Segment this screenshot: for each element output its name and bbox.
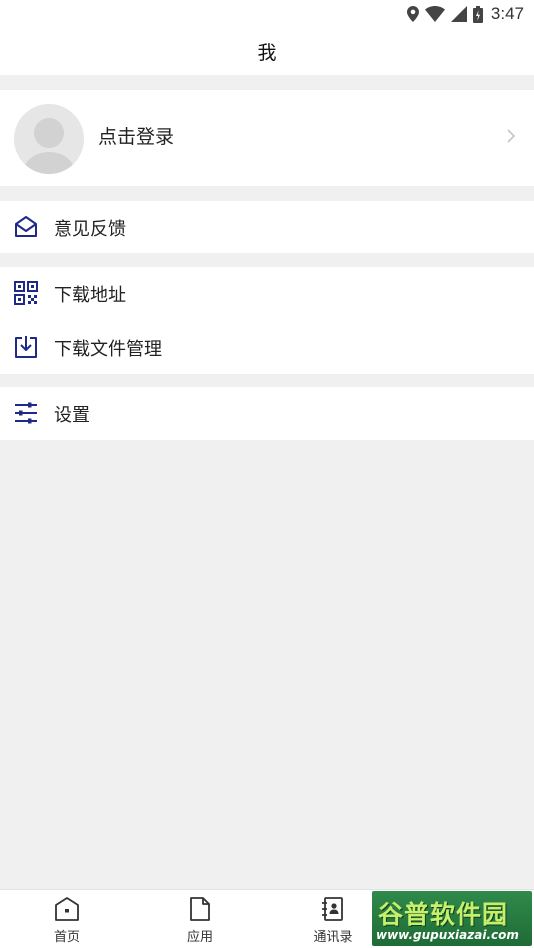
download-icon [15,336,37,358]
login-row[interactable]: 点击登录 [0,90,534,186]
status-time: 3:47 [490,4,524,23]
nav-label-apps: 应用 [186,930,213,945]
sliders-icon [15,402,37,424]
watermark-logo: 谷普软件园 www.gupuxiazai.com [372,891,532,946]
watermark-title: 谷普软件园 [378,900,509,929]
menu-label-feedback: 意见反馈 [54,219,126,240]
nav-item-apps[interactable]: 应用 [160,890,240,948]
menu-item-feedback[interactable]: 意见反馈 [0,201,534,253]
qr-code-icon [14,281,38,305]
status-icons: 3:47 [406,4,524,24]
chevron-right-icon [507,129,516,143]
menu-label-download-address: 下载地址 [54,285,126,306]
status-bar: 3:47 [0,0,534,28]
contacts-icon [322,897,343,921]
avatar-placeholder-icon [22,118,76,174]
mail-icon [15,216,37,237]
settings-section: 设置 [0,387,534,440]
page-title: 我 [257,42,277,64]
home-icon [55,897,79,921]
nav-label-contacts: 通讯录 [313,930,353,945]
feedback-section: 意见反馈 [0,201,534,253]
nav-item-contacts[interactable]: 通讯录 [293,890,373,948]
signal-icon [450,6,467,22]
wifi-icon [424,6,445,22]
location-icon [406,6,419,22]
menu-label-download-manager: 下载文件管理 [54,339,162,360]
header: 我 [0,28,534,75]
menu-label-settings: 设置 [54,405,90,426]
download-section: 下载地址 下载文件管理 [0,267,534,374]
menu-item-download-manager[interactable]: 下载文件管理 [0,321,534,373]
nav-label-home: 首页 [53,930,80,945]
menu-item-settings[interactable]: 设置 [0,387,534,439]
avatar[interactable] [14,104,84,174]
menu-item-download-address[interactable]: 下载地址 [0,267,534,319]
login-label[interactable]: 点击登录 [98,122,174,149]
watermark-url: www.gupuxiazai.com [376,928,519,942]
battery-icon [472,5,483,23]
file-icon [190,897,210,921]
nav-item-home[interactable]: 首页 [27,890,107,948]
